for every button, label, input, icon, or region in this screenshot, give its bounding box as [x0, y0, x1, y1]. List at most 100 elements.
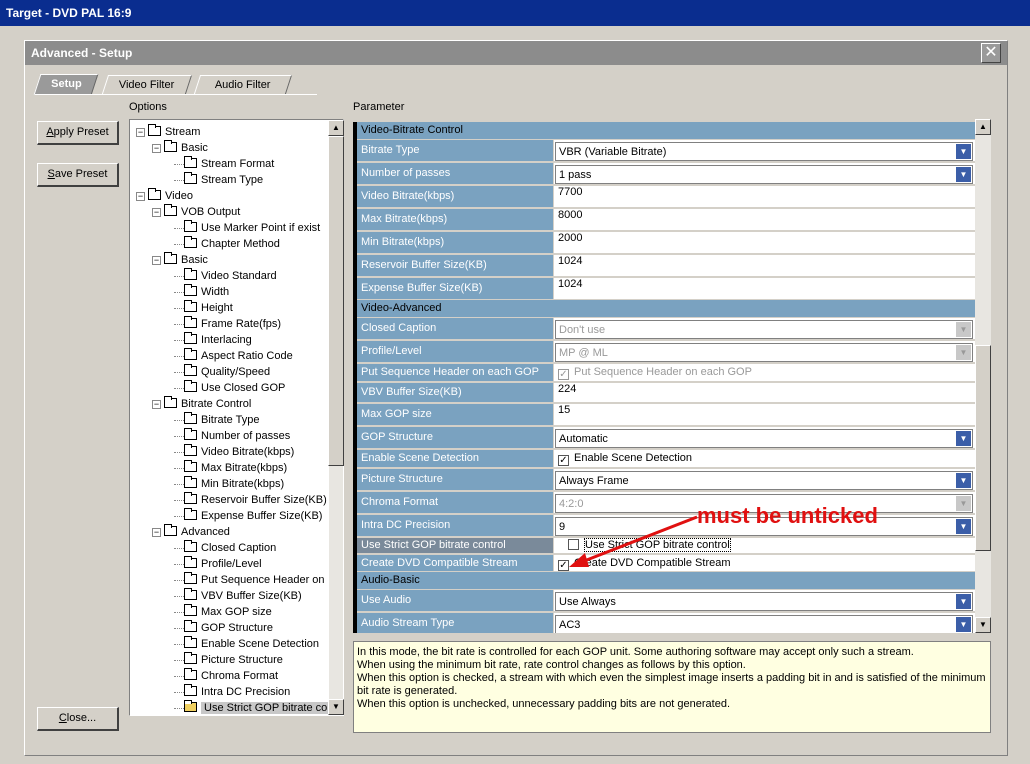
- reservoir-input[interactable]: 1024: [553, 255, 975, 277]
- folder-icon: [184, 588, 197, 600]
- tree-item[interactable]: VBV Buffer Size(KB): [174, 588, 302, 604]
- collapse-icon[interactable]: −: [152, 256, 161, 265]
- scroll-down-icon[interactable]: ▼: [328, 699, 344, 715]
- parameter-scrollbar[interactable]: ▲ ▼: [975, 119, 991, 633]
- chevron-down-icon[interactable]: ▼: [956, 431, 971, 446]
- scene-detect-checkbox-row[interactable]: ✓ Enable Scene Detection: [553, 450, 975, 468]
- tree-item[interactable]: Max GOP size: [174, 604, 272, 620]
- tree-item-label: Use Marker Point if exist: [201, 222, 321, 234]
- chevron-down-icon[interactable]: ▼: [956, 473, 971, 488]
- chevron-down-icon[interactable]: ▼: [956, 594, 971, 609]
- tree-item[interactable]: Chroma Format: [174, 668, 278, 684]
- min-bitrate-input[interactable]: 2000: [553, 232, 975, 254]
- tree-item[interactable]: Reservoir Buffer Size(KB): [174, 492, 327, 508]
- options-tree[interactable]: − Stream − Basic Stream Format Stream Type − Vi…: [129, 119, 344, 716]
- tree-item[interactable]: Use Marker Point if exist: [174, 220, 321, 236]
- tree-item[interactable]: Closed Caption: [174, 540, 276, 556]
- tree-item[interactable]: − Bitrate Control: [152, 396, 251, 412]
- tree-item-label: Enable Scene Detection: [201, 638, 320, 650]
- tree-item-label: Use Strict GOP bitrate cor: [201, 702, 334, 714]
- apply-preset-button[interactable]: Apply Preset: [37, 121, 119, 145]
- tab-video-filter[interactable]: Video Filter: [101, 75, 193, 94]
- video-bitrate-input[interactable]: 7700: [553, 186, 975, 208]
- folder-icon: [184, 172, 197, 184]
- tree-item[interactable]: − Basic: [152, 140, 208, 156]
- tab-audio-filter[interactable]: Audio Filter: [193, 75, 293, 94]
- close-button[interactable]: Close...: [37, 707, 119, 731]
- tree-item[interactable]: Use Closed GOP: [174, 380, 285, 396]
- gop-structure-select[interactable]: Automatic ▼: [555, 429, 973, 448]
- tree-item[interactable]: Quality/Speed: [174, 364, 270, 380]
- tree-item[interactable]: Stream Type: [174, 172, 263, 188]
- collapse-icon[interactable]: −: [152, 528, 161, 537]
- vbv-input[interactable]: 224: [553, 383, 975, 403]
- max-bitrate-input[interactable]: 8000: [553, 209, 975, 231]
- use-audio-select[interactable]: Use Always ▼: [555, 592, 973, 611]
- collapse-icon[interactable]: −: [152, 144, 161, 153]
- scroll-up-icon[interactable]: ▲: [975, 119, 991, 135]
- audio-type-select[interactable]: AC3 ▼: [555, 615, 973, 633]
- tree-item[interactable]: Video Bitrate(kbps): [174, 444, 294, 460]
- collapse-icon[interactable]: −: [152, 400, 161, 409]
- tree-item[interactable]: Stream Format: [174, 156, 274, 172]
- folder-icon: [184, 156, 197, 168]
- tree-item[interactable]: Min Bitrate(kbps): [174, 476, 284, 492]
- bitrate-type-select[interactable]: VBR (Variable Bitrate) ▼: [555, 142, 973, 161]
- tree-item[interactable]: Interlacing: [174, 332, 252, 348]
- folder-icon: [184, 492, 197, 504]
- picture-structure-select[interactable]: Always Frame ▼: [555, 471, 973, 490]
- description-line: When this option is checked, a stream wi…: [357, 672, 986, 697]
- tree-item[interactable]: GOP Structure: [174, 620, 273, 636]
- collapse-icon[interactable]: −: [136, 192, 145, 201]
- tree-connector: [174, 388, 184, 389]
- scroll-down-icon[interactable]: ▼: [975, 617, 991, 633]
- tree-item[interactable]: Intra DC Precision: [174, 684, 290, 700]
- chevron-down-icon[interactable]: ▼: [956, 144, 971, 159]
- tree-item[interactable]: Max Bitrate(kbps): [174, 460, 287, 476]
- tab-setup[interactable]: Setup: [33, 74, 99, 95]
- tree-item[interactable]: Chapter Method: [174, 236, 280, 252]
- tree-item[interactable]: Profile/Level: [174, 556, 262, 572]
- tree-item[interactable]: Use Strict GOP bitrate cor: [174, 700, 334, 715]
- tree-item[interactable]: Bitrate Type: [174, 412, 260, 428]
- collapse-icon[interactable]: −: [136, 128, 145, 137]
- param-label-max-bitrate: Max Bitrate(kbps): [357, 209, 553, 231]
- scroll-up-icon[interactable]: ▲: [328, 120, 344, 136]
- tree-item[interactable]: Frame Rate(fps): [174, 316, 281, 332]
- tree-item[interactable]: Enable Scene Detection: [174, 636, 320, 652]
- tree-item[interactable]: Height: [174, 300, 233, 316]
- param-label-strict-gop: Use Strict GOP bitrate control: [357, 538, 553, 554]
- tree-item[interactable]: − VOB Output: [152, 204, 240, 220]
- tree-item[interactable]: Put Sequence Header on: [174, 572, 325, 588]
- chevron-down-icon[interactable]: ▼: [956, 167, 971, 182]
- max-gop-input[interactable]: 15: [553, 404, 975, 426]
- tree-item[interactable]: Number of passes: [174, 428, 290, 444]
- tree-item[interactable]: − Stream: [136, 124, 200, 140]
- tree-item[interactable]: − Video: [136, 188, 193, 204]
- chevron-down-icon[interactable]: ▼: [956, 617, 971, 632]
- passes-select[interactable]: 1 pass ▼: [555, 165, 973, 184]
- tree-item-label: Basic: [181, 142, 208, 154]
- grid-scroll-thumb[interactable]: [975, 345, 991, 551]
- param-label-chroma: Chroma Format: [357, 492, 553, 514]
- expense-input[interactable]: 1024: [553, 278, 975, 300]
- param-label-min-bitrate: Min Bitrate(kbps): [357, 232, 553, 254]
- tree-item[interactable]: Width: [174, 284, 229, 300]
- tree-item[interactable]: − Advanced: [152, 524, 230, 540]
- close-icon[interactable]: ✕: [981, 43, 1001, 63]
- seq-header-checkbox-row: ✓ Put Sequence Header on each GOP: [553, 364, 975, 382]
- tree-item[interactable]: Video Standard: [174, 268, 277, 284]
- collapse-icon[interactable]: −: [152, 208, 161, 217]
- checkbox-checked-icon[interactable]: ✓: [558, 455, 569, 466]
- tree-item[interactable]: − Basic: [152, 252, 208, 268]
- folder-icon: [184, 684, 197, 696]
- tree-scrollbar[interactable]: ▲ ▼: [328, 120, 344, 715]
- tree-item[interactable]: Expense Buffer Size(KB): [174, 508, 322, 524]
- chevron-down-icon[interactable]: ▼: [956, 519, 971, 534]
- tree-scroll-thumb[interactable]: [328, 136, 344, 466]
- tree-connector: [174, 468, 184, 469]
- folder-icon: [184, 364, 197, 376]
- tree-item[interactable]: Picture Structure: [174, 652, 283, 668]
- save-preset-button[interactable]: Save Preset: [37, 163, 119, 187]
- tree-item[interactable]: Aspect Ratio Code: [174, 348, 293, 364]
